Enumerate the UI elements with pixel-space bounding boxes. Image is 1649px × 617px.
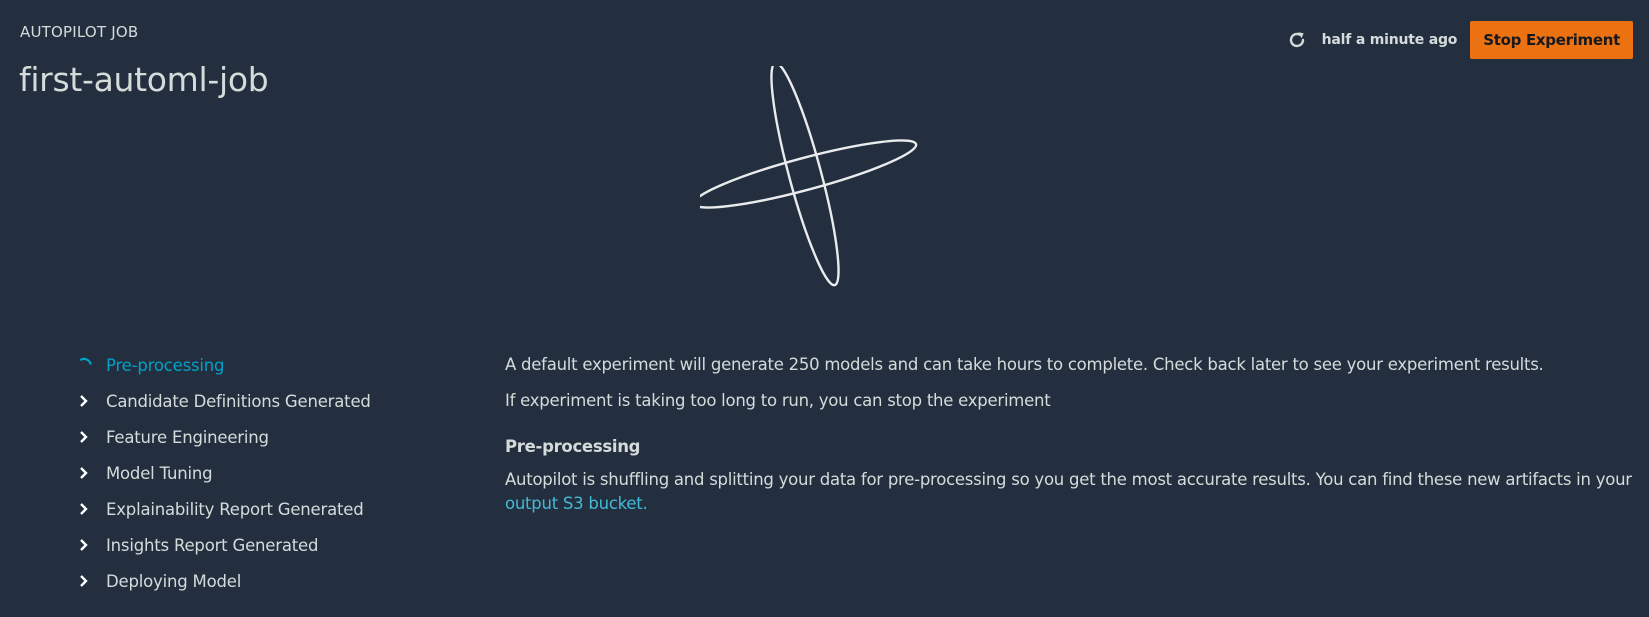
header-actions: half a minute ago Stop Experiment [1286, 21, 1633, 59]
section-body-text: Autopilot is shuffling and splitting you… [505, 470, 1632, 489]
autopilot-job-page: AUTOPILOT JOB first-automl-job half a mi… [0, 0, 1649, 617]
chevron-right-icon [78, 430, 106, 444]
loader-ellipse-vertical [770, 66, 840, 287]
loading-graphic-icon [700, 66, 918, 287]
step-label: Model Tuning [106, 463, 213, 483]
chevron-right-icon [78, 502, 106, 516]
step-label: Candidate Definitions Generated [106, 391, 371, 411]
chevron-right-icon [78, 394, 106, 408]
stop-experiment-button[interactable]: Stop Experiment [1470, 21, 1633, 59]
step-deploying-model[interactable]: Deploying Model [78, 563, 371, 599]
step-details-panel: A default experiment will generate 250 m… [505, 353, 1635, 516]
page-eyebrow: AUTOPILOT JOB [20, 23, 139, 41]
step-label: Insights Report Generated [106, 535, 319, 555]
refresh-icon[interactable] [1286, 29, 1308, 51]
stop-hint-text: If experiment is taking too long to run,… [505, 391, 1051, 410]
step-candidate-definitions-generated[interactable]: Candidate Definitions Generated [78, 383, 371, 419]
step-pre-processing[interactable]: Pre-processing [78, 347, 371, 383]
intro-text: A default experiment will generate 250 m… [505, 355, 1544, 374]
step-model-tuning[interactable]: Model Tuning [78, 455, 371, 491]
step-label: Pre-processing [106, 355, 225, 375]
step-label: Feature Engineering [106, 427, 269, 447]
step-explainability-report-generated[interactable]: Explainability Report Generated [78, 491, 371, 527]
chevron-right-icon [78, 574, 106, 588]
step-label: Deploying Model [106, 571, 242, 591]
step-label: Explainability Report Generated [106, 499, 364, 519]
page-title: first-automl-job [19, 60, 269, 99]
section-body: Autopilot is shuffling and splitting you… [505, 468, 1635, 516]
chevron-right-icon [78, 538, 106, 552]
section-heading: Pre-processing [505, 437, 641, 456]
step-feature-engineering[interactable]: Feature Engineering [78, 419, 371, 455]
step-insights-report-generated[interactable]: Insights Report Generated [78, 527, 371, 563]
output-s3-bucket-link[interactable]: output S3 bucket. [505, 494, 648, 513]
chevron-right-icon [78, 466, 106, 480]
loader-ellipse-horizontal [700, 139, 918, 209]
last-updated-text: half a minute ago [1321, 32, 1458, 48]
spinner-icon [78, 357, 106, 373]
progress-steps-list: Pre-processing Candidate Definitions Gen… [78, 347, 371, 599]
